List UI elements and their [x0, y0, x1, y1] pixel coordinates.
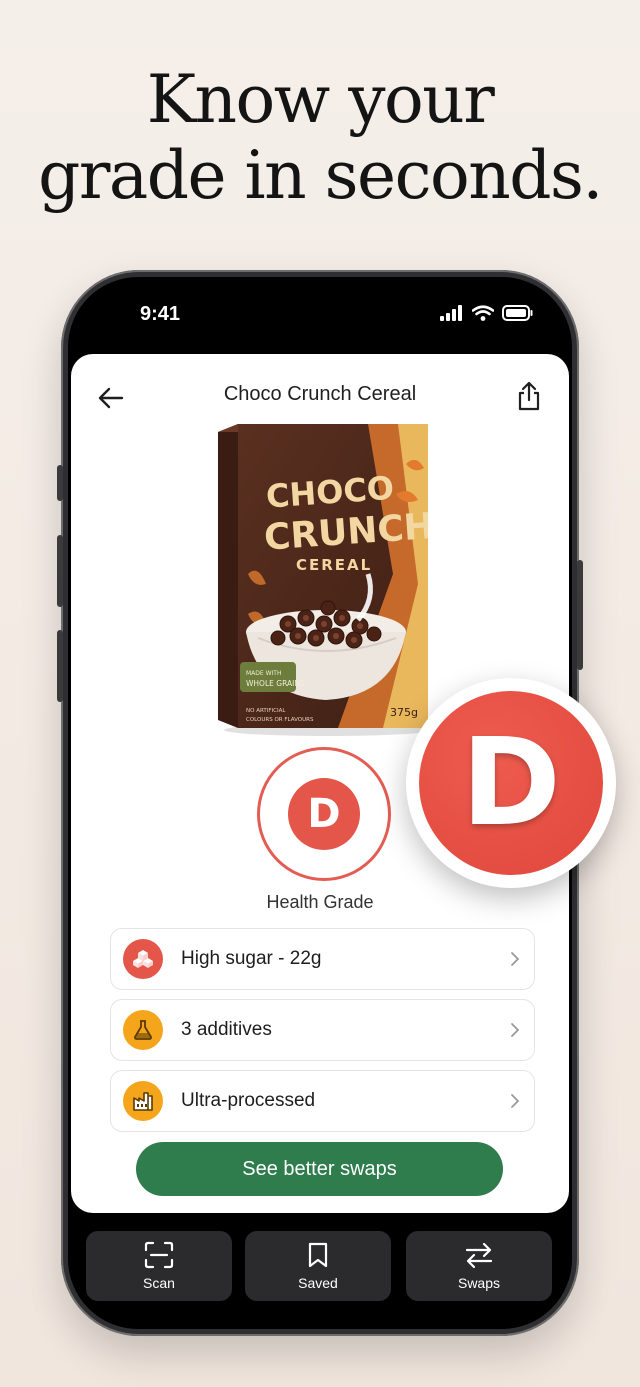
bottom-tab-bar: Scan Saved Swaps	[68, 1223, 572, 1329]
large-grade-badge: D	[406, 678, 616, 888]
product-title: Choco Crunch Cereal	[223, 383, 417, 405]
status-icons	[440, 305, 534, 321]
tab-label: Saved	[298, 1275, 338, 1291]
headline-line-1: Know your	[146, 61, 495, 138]
headline: Know your grade in seconds.	[0, 62, 640, 214]
large-grade-letter: D	[419, 691, 603, 875]
health-grade-label: Health Grade	[266, 892, 374, 912]
phone-volume-down-button	[57, 630, 63, 702]
box-badge-line-2: WHOLE GRAINS	[246, 679, 305, 688]
swap-arrows-icon	[465, 1242, 493, 1269]
box-note-line-1: NO ARTIFICIAL	[246, 708, 286, 714]
health-grade-ring: D	[257, 747, 391, 881]
box-badge-line-1: MADE WITH	[246, 670, 281, 677]
box-weight: 375g	[390, 706, 418, 719]
share-icon[interactable]	[515, 380, 543, 412]
tab-label: Swaps	[457, 1275, 501, 1291]
cellular-signal-icon	[440, 305, 462, 321]
tab-swaps[interactable]: Swaps	[406, 1231, 552, 1301]
wifi-icon	[472, 305, 494, 321]
chevron-right-icon	[511, 1023, 520, 1037]
headline-line-2: grade in seconds.	[38, 137, 603, 214]
issue-row-additives[interactable]: 3 additives	[110, 999, 535, 1061]
chevron-right-icon	[511, 1094, 520, 1108]
status-time: 9:41	[140, 303, 181, 325]
factory-icon	[123, 1081, 163, 1121]
cereal-box-image: CHOCO CRUNCH CEREAL MADE WITH WHOLE GRAI…	[218, 424, 428, 736]
phone-volume-up-button	[57, 535, 63, 607]
sugar-cubes-icon	[123, 939, 163, 979]
issue-list: High sugar - 22g 3 additives Ultra-proce…	[110, 928, 535, 1141]
chevron-right-icon	[511, 952, 520, 966]
battery-icon	[502, 305, 533, 321]
issue-row-ultra-processed[interactable]: Ultra-processed	[110, 1070, 535, 1132]
see-better-swaps-button[interactable]: See better swaps	[136, 1142, 503, 1196]
issue-text: 3 additives	[181, 1019, 272, 1040]
tab-label: Scan	[143, 1275, 175, 1291]
issue-text: Ultra-processed	[181, 1090, 316, 1111]
scan-icon	[144, 1241, 174, 1269]
phone-power-button	[577, 560, 583, 670]
box-subtitle: CEREAL	[296, 556, 372, 574]
tab-saved[interactable]: Saved	[245, 1231, 391, 1301]
bookmark-icon	[308, 1242, 328, 1268]
phone-side-button	[57, 465, 63, 501]
tab-scan[interactable]: Scan	[86, 1231, 232, 1301]
issue-row-high-sugar[interactable]: High sugar - 22g	[110, 928, 535, 990]
flask-icon	[123, 1010, 163, 1050]
health-grade-letter: D	[288, 778, 360, 850]
box-note-line-2: COLOURS OR FLAVOURS	[246, 717, 314, 723]
issue-text: High sugar - 22g	[181, 948, 322, 969]
